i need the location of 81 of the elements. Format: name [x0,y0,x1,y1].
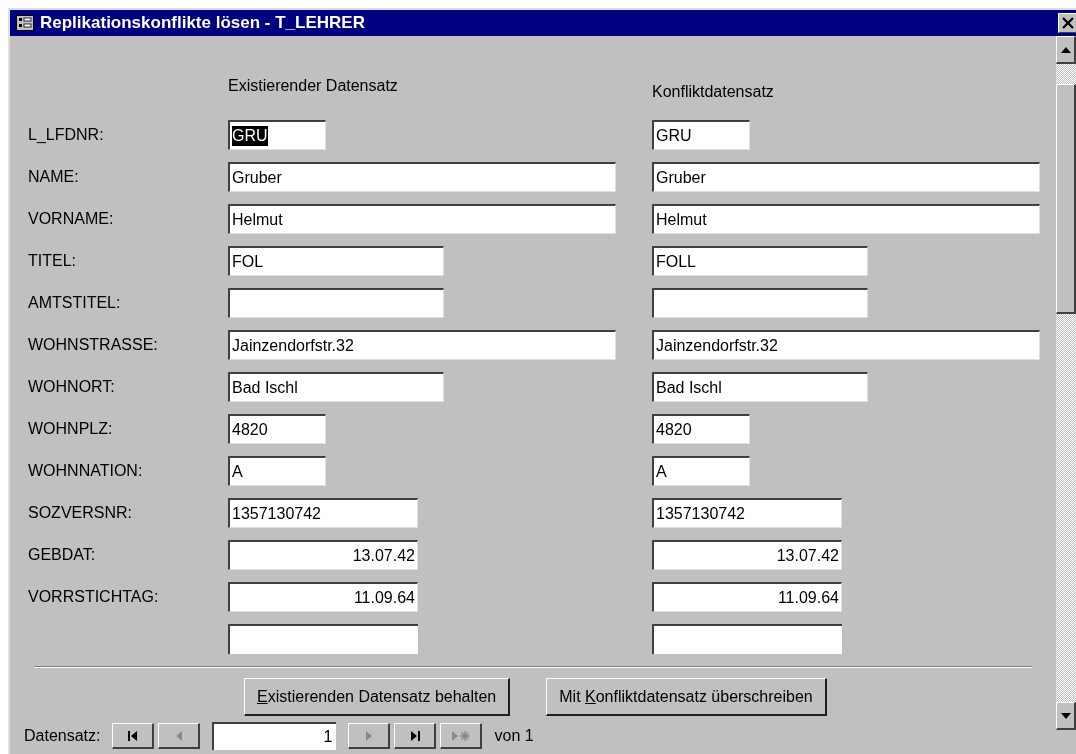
field-value: Jainzendorfstr.32 [656,335,778,356]
record-label: Datensatz: [24,726,101,746]
text-field[interactable]: Jainzendorfstr.32 [228,330,616,360]
window-title: Replikationskonflikte lösen - T_LEHRER [40,12,365,35]
text-field[interactable] [228,624,418,654]
text-field[interactable]: 4820 [228,414,326,444]
action-button[interactable]: Existierenden Datensatz behalten [244,678,511,716]
text-field[interactable]: Jainzendorfstr.32 [652,330,1040,360]
field-value: GRU [232,125,268,146]
close-icon [1062,17,1074,29]
scroll-up-icon [1060,46,1071,53]
new-record-icon [451,729,471,742]
field-label: GEBDAT: [28,545,97,565]
text-field[interactable]: Bad Ischl [652,372,868,402]
text-field[interactable]: 1357130742 [228,498,418,528]
text-field[interactable]: Gruber [652,162,1040,192]
field-value: Helmut [232,209,283,230]
text-field[interactable] [652,288,868,318]
text-field[interactable]: Helmut [228,204,616,234]
text-field[interactable]: 1357130742 [652,498,842,528]
field-label: VORRSTICHTAG: [28,587,160,607]
text-field[interactable]: 13.07.42 [228,540,418,570]
field-value: FOL [232,251,264,272]
field-label: TITEL: [28,251,77,271]
text-field[interactable]: Helmut [652,204,1040,234]
text-field[interactable] [652,624,842,654]
next-record-icon [365,729,373,742]
text-field[interactable]: A [652,456,750,486]
text-field[interactable]: FOLL [652,246,868,276]
field-label: WOHNORT: [28,377,116,397]
field-label: WOHNPLZ: [28,419,114,439]
text-field[interactable]: A [228,456,326,486]
action-button[interactable]: Mit Konfliktdatensatz überschreiben [546,678,827,716]
field-value: 11.09.64 [353,587,415,608]
field-value: Helmut [656,209,707,230]
form-icon [16,15,34,31]
text-field[interactable]: FOL [228,246,444,276]
first-record-icon [126,729,140,742]
text-field[interactable]: Bad Ischl [228,372,444,402]
text-field[interactable]: 11.09.64 [652,582,842,612]
field-value: A [232,461,243,482]
column-header: Existierender Datensatz [228,76,399,96]
field-value: GRU [656,125,692,146]
field-value: 4820 [656,419,692,440]
close-button[interactable] [1058,13,1076,33]
field-label: WOHNNATION: [28,461,144,481]
record-navigation-button[interactable] [394,723,437,749]
last-record-icon [408,729,422,742]
record-count: von 1 [494,726,534,746]
text-field[interactable]: 13.07.42 [652,540,842,570]
field-label: SOZVERSNR: [28,503,133,523]
field-value: 4820 [232,419,268,440]
field-value: Bad Ischl [656,377,722,398]
field-value: Gruber [232,167,282,188]
field-value: 13.07.42 [352,545,415,566]
field-label: NAME: [28,167,80,187]
record-navigation-button[interactable] [112,723,155,749]
text-field[interactable]: GRU [652,120,750,150]
field-label: WOHNSTRASSE: [28,335,159,355]
field-value: FOLL [656,251,696,272]
field-label: VORNAME: [28,209,115,229]
field-value: 1357130742 [656,503,745,524]
vertical-scrollbar[interactable] [1056,36,1076,730]
text-field[interactable] [228,288,444,318]
field-value: A [656,461,667,482]
column-header: Konfliktdatensatz [652,82,774,102]
field-value: 1357130742 [232,503,321,524]
field-value: Gruber [656,167,706,188]
scroll-down-icon [1060,712,1071,719]
previous-record-icon [175,729,183,742]
field-label: AMTSTITEL: [28,293,122,313]
record-number-field[interactable]: 1 [212,722,337,750]
field-label: L_LFDNR: [28,125,105,145]
text-field[interactable]: 11.09.64 [228,582,418,612]
field-value: Jainzendorfstr.32 [232,335,354,356]
field-value: Bad Ischl [232,377,298,398]
field-value: 13.07.42 [776,545,839,566]
text-field[interactable]: 4820 [652,414,750,444]
field-value: 11.09.64 [777,587,839,608]
text-field[interactable]: GRU [228,120,326,150]
text-field[interactable]: Gruber [228,162,616,192]
